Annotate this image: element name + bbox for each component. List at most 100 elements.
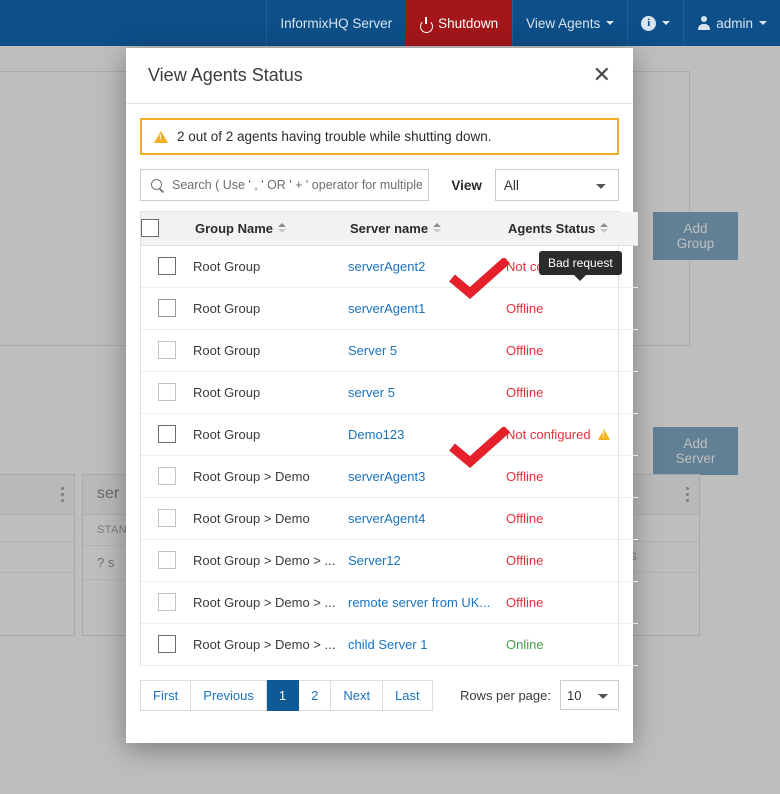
table-row[interactable]: Root Group server 5 Offline: [141, 371, 638, 414]
cell-server-name: remote server from UK...: [348, 581, 506, 624]
row-checkbox[interactable]: [158, 341, 176, 359]
warning-alert: 2 out of 2 agents having trouble while s…: [140, 118, 619, 155]
row-select-cell: [141, 329, 193, 372]
column-label: Agents Status: [508, 220, 596, 236]
pagination-page-2[interactable]: 2: [299, 679, 332, 711]
cell-group-name: Root Group: [193, 287, 348, 330]
status-badge: Offline: [506, 594, 544, 610]
status-badge: Offline: [506, 300, 544, 316]
cell-group-name: Root Group > Demo > ...: [193, 581, 348, 624]
sort-icon[interactable]: [433, 223, 442, 234]
table-row[interactable]: Root Group > Demo > ... remote server fro…: [141, 581, 638, 624]
cell-server-name: child Server 1: [348, 623, 506, 666]
column-label: Group Name: [195, 220, 274, 236]
row-checkbox[interactable]: [158, 593, 176, 611]
row-select-cell: [141, 287, 193, 330]
server-name-link[interactable]: server 5: [348, 385, 395, 400]
server-name-link[interactable]: Demo123: [348, 427, 404, 442]
row-checkbox[interactable]: [158, 635, 176, 653]
pagination-page-1[interactable]: 1: [266, 679, 300, 711]
cell-group-name: Root Group: [193, 329, 348, 372]
search-icon: [151, 178, 164, 192]
server-name-link[interactable]: serverAgent4: [348, 511, 425, 526]
table-header-row: Group Name Server name Agents Status: [141, 212, 638, 246]
pagination-first-button[interactable]: First: [140, 679, 192, 711]
pagination-row: First Previous 1 2 Next Last Rows per pa…: [140, 666, 619, 711]
column-label: Server name: [350, 220, 429, 236]
warning-triangle-icon: [154, 130, 168, 143]
column-header-server-name[interactable]: Server name: [348, 212, 506, 246]
search-input[interactable]: [170, 177, 429, 193]
server-name-link[interactable]: serverAgent2: [348, 259, 425, 274]
server-name-link[interactable]: child Server 1: [348, 637, 427, 652]
server-name-link[interactable]: serverAgent1: [348, 301, 425, 316]
row-checkbox[interactable]: [158, 257, 176, 275]
pagination-previous-button[interactable]: Previous: [191, 679, 267, 711]
row-checkbox[interactable]: [158, 425, 176, 443]
shutdown-button[interactable]: Shutdown: [405, 0, 513, 46]
table-row[interactable]: Root Group > Demo serverAgent3 Offline: [141, 455, 638, 498]
row-select-cell: [141, 581, 193, 624]
info-icon: i: [641, 15, 657, 31]
view-agents-label: View Agents: [526, 15, 601, 31]
row-select-cell: [141, 455, 193, 498]
pagination-next-button[interactable]: Next: [331, 679, 384, 711]
table-body: Root GroupserverAgent2Not configuredRoot…: [141, 245, 638, 666]
row-checkbox[interactable]: [158, 467, 176, 485]
search-box[interactable]: [140, 169, 430, 201]
table-row[interactable]: Root Group Server 5 Offline: [141, 329, 638, 372]
server-name-link[interactable]: Server12: [348, 553, 401, 568]
filter-row: View All: [140, 169, 619, 201]
server-name-link[interactable]: Server 5: [348, 343, 397, 358]
server-name-link[interactable]: remote server from UK...: [348, 595, 490, 610]
bad-request-tooltip: Bad request: [539, 251, 622, 281]
cell-group-name: Root Group > Demo: [193, 497, 348, 540]
navbar-user-label: admin: [716, 15, 753, 31]
cell-server-name: Server12: [348, 539, 506, 582]
sort-icon[interactable]: [278, 223, 287, 234]
column-header-agents-status[interactable]: Agents Status: [506, 212, 638, 246]
app-root: InformixHQ Server Shutdown View Agents i…: [0, 0, 780, 794]
rows-per-page-select[interactable]: 10: [560, 680, 619, 710]
top-navbar: InformixHQ Server Shutdown View Agents i…: [0, 0, 780, 46]
navbar-user-menu[interactable]: admin: [683, 0, 780, 46]
pagination-last-button[interactable]: Last: [383, 679, 433, 711]
table-row[interactable]: Root Group Demo123 Not configured: [141, 413, 638, 456]
status-badge: Offline: [506, 468, 544, 484]
table-row[interactable]: Root Group > Demo > ... child Server 1 Onl…: [141, 623, 638, 666]
cell-server-name: server 5: [348, 371, 506, 414]
pagination-controls: First Previous 1 2 Next Last: [140, 679, 433, 711]
row-select-cell: [141, 245, 193, 288]
cell-server-name: serverAgent3: [348, 455, 506, 498]
navbar-view-agents-menu[interactable]: View Agents: [512, 0, 627, 46]
cell-agents-status: Offline: [506, 497, 638, 540]
warning-triangle-icon[interactable]: [597, 428, 610, 440]
chevron-down-icon: [759, 21, 767, 25]
row-checkbox[interactable]: [158, 551, 176, 569]
column-header-group-name[interactable]: Group Name: [193, 212, 348, 246]
row-checkbox[interactable]: [158, 383, 176, 401]
sort-icon[interactable]: [600, 223, 609, 234]
cell-agents-status: Online: [506, 623, 638, 666]
select-all-header: [141, 212, 193, 246]
status-badge: Offline: [506, 342, 544, 358]
row-checkbox[interactable]: [158, 509, 176, 527]
close-icon[interactable]: ✕: [593, 64, 611, 87]
navbar-server-text: InformixHQ Server: [280, 15, 393, 31]
table-row[interactable]: Root Group > Demo serverAgent4 Offline: [141, 497, 638, 540]
view-filter-select[interactable]: All: [494, 169, 619, 201]
cell-agents-status: Offline: [506, 371, 638, 414]
row-checkbox[interactable]: [158, 299, 176, 317]
status-text: Not configured: [506, 426, 591, 442]
select-all-checkbox[interactable]: [141, 219, 159, 238]
table-row[interactable]: Root Group serverAgent1 Offline: [141, 287, 638, 330]
shutdown-label: Shutdown: [438, 15, 499, 31]
cell-agents-status: Offline: [506, 455, 638, 498]
server-name-link[interactable]: serverAgent3: [348, 469, 425, 484]
chevron-down-icon: [662, 21, 671, 25]
cell-agents-status: Offline: [506, 581, 638, 624]
navbar-info-menu[interactable]: i: [627, 0, 683, 46]
cell-group-name: Root Group: [193, 245, 348, 288]
table-row[interactable]: Root Group > Demo > ... Server12 Offline: [141, 539, 638, 582]
agents-table-wrapper: Group Name Server name Agents Status Roo…: [140, 211, 638, 666]
